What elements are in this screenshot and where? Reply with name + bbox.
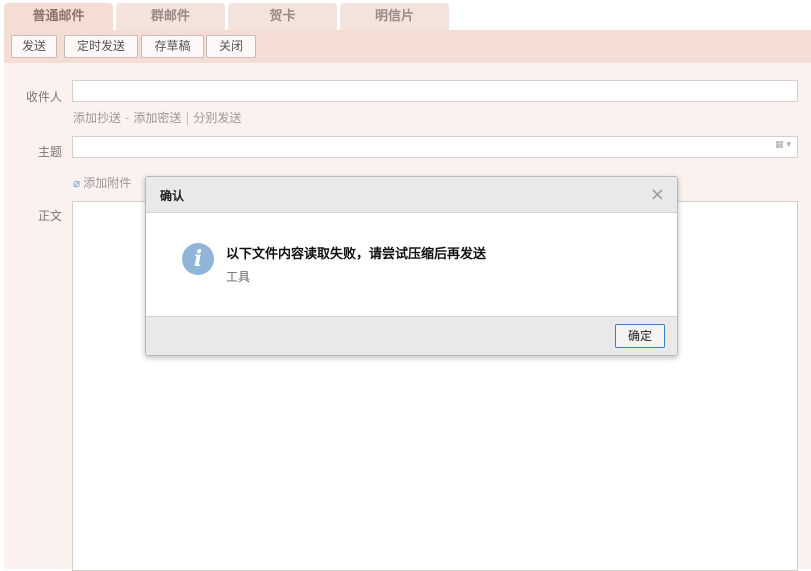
body-label: 正文 [37,209,62,223]
add-attachment-link[interactable]: ⌀ 添加附件 [73,174,131,191]
dialog-footer: 确定 [146,316,677,355]
dialog-header: 确认 × [146,177,677,213]
separator-dash: - [125,111,130,125]
send-button[interactable]: 发送 [11,35,57,58]
info-glyph: i [193,246,203,272]
close-button[interactable]: 关闭 [206,35,256,58]
add-attachment-label: 添加附件 [83,176,132,190]
info-icon: i [182,243,214,275]
ok-button[interactable]: 确定 [615,324,665,348]
dialog-message: 以下文件内容读取失败，请尝试压缩后再发送 [226,247,487,262]
dialog-body: i 以下文件内容读取失败，请尝试压缩后再发送 工具 [146,213,677,316]
recipient-input[interactable] [72,80,798,102]
mail-type-tabs: 普通邮件 群邮件 贺卡 明信片 [0,0,811,30]
recipient-label: 收件人 [25,90,62,104]
add-cc-link[interactable]: 添加抄送 [73,111,121,125]
subject-label: 主题 [37,145,62,159]
grid-icon[interactable]: ▦ ▾ [775,140,791,150]
toolbar: 发送 定时发送 存草稿 关闭 [4,30,811,63]
add-bcc-link[interactable]: 添加密送 [133,111,181,125]
recipient-options: 添加抄送 - 添加密送 | 分别发送 [73,109,241,126]
scheduled-send-button[interactable]: 定时发送 [64,35,138,58]
confirm-dialog: 确认 × i 以下文件内容读取失败，请尝试压缩后再发送 工具 确定 [145,176,678,356]
paperclip-icon: ⌀ [73,176,81,190]
close-icon[interactable]: × [650,184,665,205]
tab-postcard[interactable]: 明信片 [340,3,449,30]
save-draft-button[interactable]: 存草稿 [141,35,204,58]
separate-send-link[interactable]: 分别发送 [193,111,241,125]
dialog-detail: 工具 [226,270,251,284]
tab-group-mail[interactable]: 群邮件 [116,3,225,30]
tab-normal-mail[interactable]: 普通邮件 [4,3,113,30]
dialog-title: 确认 [160,189,185,203]
separator-bar: | [185,111,190,125]
tab-greeting-card[interactable]: 贺卡 [228,3,337,30]
subject-input[interactable]: ▦ ▾ [72,136,798,158]
